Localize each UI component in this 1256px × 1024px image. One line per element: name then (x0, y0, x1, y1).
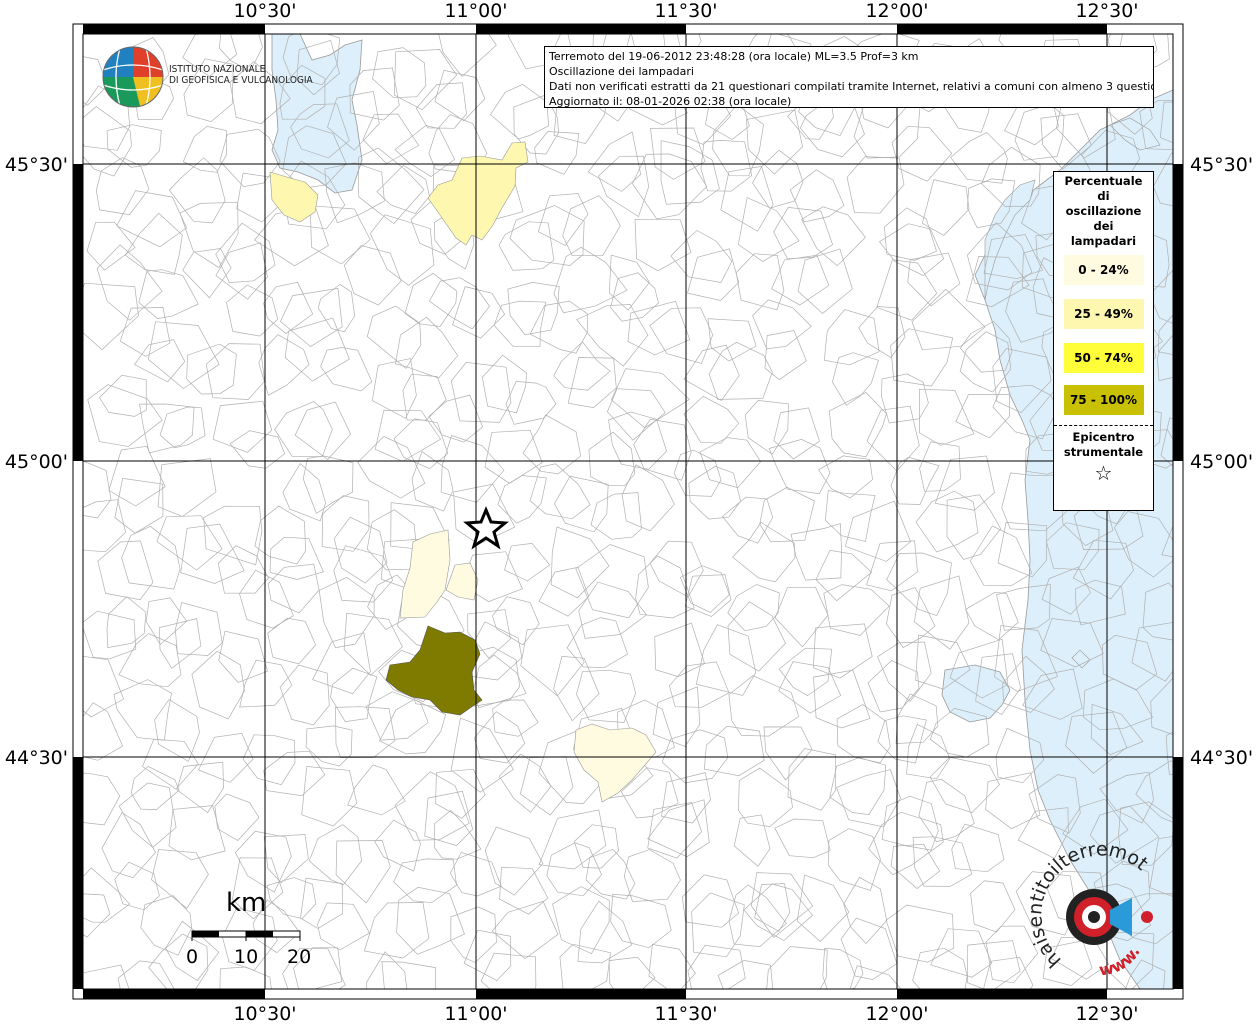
scale-label-10: 10 (234, 946, 259, 968)
map-canvas: 10°30' 11°00' 11°30' 12°00' 12°30' 10°30… (0, 0, 1253, 1024)
ingv-line-2: DI GEOFISICA E VULCANOLOGIA (169, 75, 313, 86)
legend-item-75-100: 75 - 100% (1063, 385, 1144, 415)
legend-epicentre-line-2: strumentale (1063, 445, 1144, 459)
legend-item-25-49: 25 - 49% (1063, 299, 1144, 329)
legend-separator (1054, 425, 1153, 426)
legend-title-line-4: dei (1093, 219, 1114, 233)
legend-item-50-74: 50 - 74% (1063, 343, 1144, 373)
legend-epicentre-line-1: Epicentro (1072, 430, 1135, 444)
lon-tick-1-bottom: 10°30' (233, 1003, 296, 1024)
legend-title-line-5: lampadari (1070, 234, 1137, 248)
event-line-3: Dati non verificati estratti da 21 quest… (549, 80, 1154, 93)
lat-ticks-left: 45°30' 45°00' 44°30' (5, 154, 68, 769)
legend-epicentre-label: Epicentro strumentale (1054, 430, 1153, 460)
legend-item-0-24: 0 - 24% (1063, 255, 1144, 285)
lon-ticks-bottom: 10°30' 11°00' 11°30' 12°00' 12°30' (233, 1003, 1138, 1024)
lat-tick-1-right: 45°30' (1190, 154, 1253, 176)
lon-tick-5: 12°30' (1075, 0, 1138, 22)
lon-tick-5-bottom: 12°30' (1075, 1003, 1138, 1024)
lat-tick-2: 45°00' (5, 451, 68, 473)
event-line-4: Aggiornato il: 08-01-2026 02:38 (ora loc… (549, 95, 792, 108)
lon-tick-3: 11°30' (654, 0, 717, 22)
lon-tick-3-bottom: 11°30' (654, 1003, 717, 1024)
legend-star-icon: ☆ (1094, 461, 1113, 485)
scale-label-0: 0 (186, 946, 199, 968)
lat-tick-3-right: 44°30' (1190, 747, 1253, 769)
event-line-1: Terremoto del 19-06-2012 23:48:28 (ora l… (549, 50, 919, 63)
lon-tick-4-bottom: 12°00' (865, 1003, 928, 1024)
lon-tick-2-bottom: 11°00' (444, 1003, 507, 1024)
legend: Percentuale di oscillazione dei lampadar… (1053, 171, 1154, 511)
lat-tick-3: 44°30' (5, 747, 68, 769)
event-info-box: Terremoto del 19-06-2012 23:48:28 (ora l… (544, 46, 1154, 108)
legend-title-line-3: oscillazione (1065, 204, 1142, 218)
lon-ticks-top: 10°30' 11°00' 11°30' 12°00' 12°30' (233, 0, 1138, 22)
lon-tick-2: 11°00' (444, 0, 507, 22)
event-line-2: Oscillazione dei lampadari (549, 65, 694, 78)
lon-tick-1: 10°30' (233, 0, 296, 22)
lat-ticks-right: 45°30' 45°00' 44°30' (1190, 154, 1253, 769)
lat-tick-2-right: 45°00' (1190, 451, 1253, 473)
scale-label-20: 20 (287, 946, 312, 968)
legend-title: Percentuale di oscillazione dei lampadar… (1054, 174, 1153, 249)
legend-title-line-1: Percentuale (1064, 174, 1143, 188)
ingv-logo-text: ISTITUTO NAZIONALE DI GEOFISICA E VULCAN… (169, 64, 313, 86)
ingv-line-1: ISTITUTO NAZIONALE (169, 64, 266, 75)
scale-unit: km (226, 888, 267, 918)
lat-tick-1: 45°30' (5, 154, 68, 176)
ingv-logo-icon (102, 46, 164, 108)
legend-title-line-2: di (1097, 189, 1110, 203)
lon-tick-4: 12°00' (865, 0, 928, 22)
map-background (83, 34, 1173, 989)
